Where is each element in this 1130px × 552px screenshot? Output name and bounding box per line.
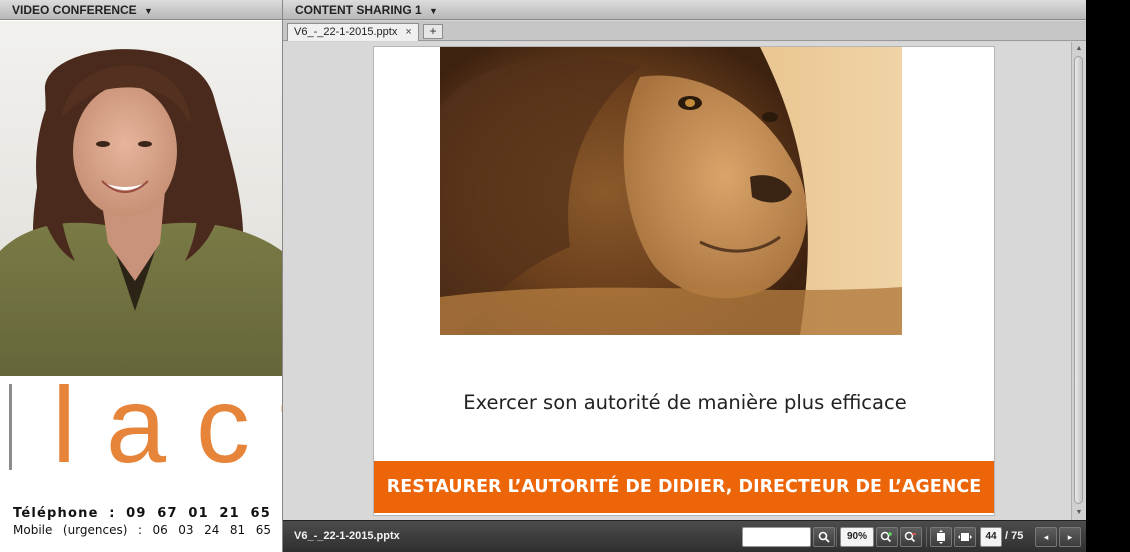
chevron-down-icon[interactable]: ▼ xyxy=(429,6,438,16)
mobile-note: (urgences) xyxy=(62,523,128,537)
zoom-in-button[interactable] xyxy=(876,527,898,547)
phone-part: 67 xyxy=(157,506,178,521)
close-icon[interactable]: × xyxy=(405,24,411,41)
presenter-video-image xyxy=(0,21,282,376)
search-button[interactable] xyxy=(813,527,835,547)
content-sharing-panel: CONTENT SHARING 1 ▼ V6_-_22-1-2015.pptx … xyxy=(282,0,1086,552)
document-tab-bar: V6_-_22-1-2015.pptx × + xyxy=(283,21,1086,41)
zoom-out-button[interactable] xyxy=(900,527,922,547)
phone-separator: : xyxy=(109,506,116,521)
document-tab-label: V6_-_22-1-2015.pptx xyxy=(294,26,398,38)
phone-part: 09 xyxy=(126,506,147,521)
video-conference-panel: VIDEO CONFERENCE ▼ lact Téléphone: 09 6… xyxy=(0,0,310,552)
mobile-part: 81 xyxy=(229,523,246,537)
prev-page-icon: ◂ xyxy=(1043,531,1049,542)
logo-bar xyxy=(9,384,12,470)
zoom-in-icon xyxy=(880,531,892,543)
add-tab-button[interactable]: + xyxy=(423,24,443,39)
viewer-toolbar: V6_-_22-1-2015.pptx 90% 44 / 75 ◂ ▸ xyxy=(283,520,1086,552)
lion-photo xyxy=(440,47,902,335)
document-tab[interactable]: V6_-_22-1-2015.pptx × xyxy=(287,23,419,41)
mobile-part: 06 xyxy=(152,523,168,537)
presentation-slide: Exercer son autorité de manière plus eff… xyxy=(373,46,995,516)
contact-info: Téléphone : 09 67 01 21 65 Mobile (urgen… xyxy=(13,506,271,537)
chevron-down-icon[interactable]: ▼ xyxy=(144,6,153,16)
lion-image xyxy=(440,47,902,335)
search-icon xyxy=(818,531,830,543)
phone-row: Téléphone : 09 67 01 21 65 xyxy=(13,506,271,521)
total-pages: / 75 xyxy=(1005,530,1024,542)
scroll-up-icon[interactable]: ▲ xyxy=(1073,43,1085,55)
toolbar-filename: V6_-_22-1-2015.pptx xyxy=(294,530,400,542)
fit-width-icon xyxy=(958,533,972,541)
search-input[interactable] xyxy=(742,527,811,547)
slide-banner: RESTAURER L’AUTORITÉ DE DIDIER, DIRECTEU… xyxy=(374,461,994,513)
fit-page-button[interactable] xyxy=(930,527,952,547)
company-logo: lact xyxy=(0,371,310,486)
toolbar-divider xyxy=(836,527,837,547)
mobile-part: 03 xyxy=(178,523,194,537)
next-page-icon: ▸ xyxy=(1067,531,1073,542)
scroll-down-icon[interactable]: ▼ xyxy=(1073,507,1085,519)
fit-width-button[interactable] xyxy=(954,527,976,547)
mobile-part: 24 xyxy=(204,523,220,537)
content-sharing-header[interactable]: CONTENT SHARING 1 ▼ xyxy=(283,0,1086,20)
zoom-level[interactable]: 90% xyxy=(840,527,874,547)
fit-page-icon xyxy=(937,530,945,544)
prev-page-button[interactable]: ◂ xyxy=(1035,527,1057,547)
phone-part: 01 xyxy=(188,506,209,521)
slide-subtitle: Exercer son autorité de manière plus eff… xyxy=(463,391,907,414)
video-conference-header[interactable]: VIDEO CONFERENCE ▼ xyxy=(0,0,282,20)
phone-label: Téléphone xyxy=(13,506,99,521)
vertical-scrollbar[interactable]: ▲ ▼ xyxy=(1071,42,1085,520)
content-sharing-title: CONTENT SHARING 1 xyxy=(295,3,422,17)
mobile-label: Mobile xyxy=(13,523,53,537)
current-page-input[interactable]: 44 xyxy=(980,527,1002,547)
toolbar-divider xyxy=(926,527,927,547)
phone-part: 65 xyxy=(250,506,271,521)
mobile-separator: : xyxy=(137,523,142,537)
mobile-part: 65 xyxy=(255,523,271,537)
video-feed xyxy=(0,21,282,376)
window-edge xyxy=(1086,0,1130,552)
scrollbar-thumb[interactable] xyxy=(1074,56,1083,504)
next-page-button[interactable]: ▸ xyxy=(1059,527,1081,547)
mobile-row: Mobile (urgences) : 06 03 24 81 65 xyxy=(13,523,271,537)
zoom-out-icon xyxy=(904,531,916,543)
video-conference-title: VIDEO CONFERENCE xyxy=(12,3,137,17)
phone-part: 21 xyxy=(219,506,240,521)
document-viewer[interactable]: Exercer son autorité de manière plus eff… xyxy=(283,42,1073,520)
